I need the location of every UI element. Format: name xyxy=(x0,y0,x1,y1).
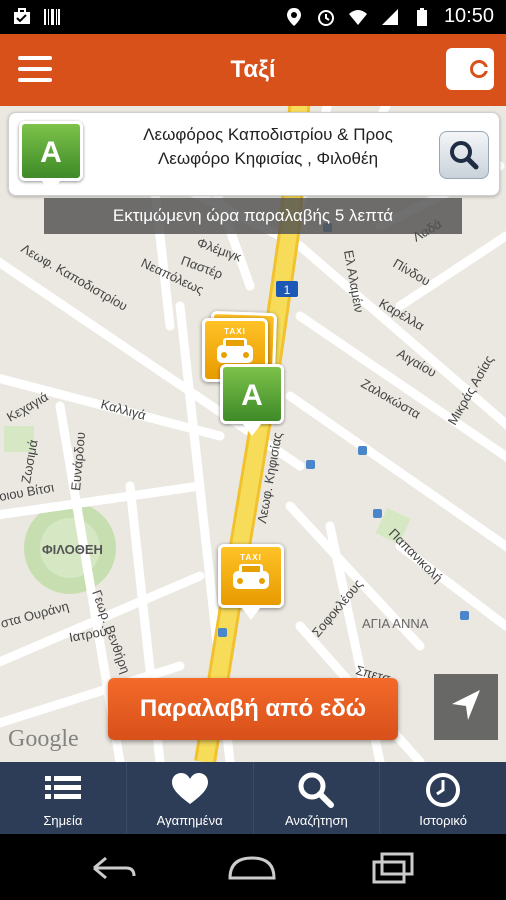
back-icon[interactable] xyxy=(82,848,142,888)
signal-icon xyxy=(381,8,398,25)
tab-label: Ιστορικό xyxy=(419,813,467,828)
app-bar: Ταξί xyxy=(0,34,506,106)
battery-icon xyxy=(416,7,427,26)
list-icon xyxy=(44,776,81,799)
heart-icon xyxy=(171,773,208,804)
app-title: Ταξί xyxy=(230,56,276,83)
tab-points[interactable]: Σημεία xyxy=(0,762,126,834)
search-icon xyxy=(450,141,479,170)
eta-banner: Εκτιμώμενη ώρα παραλαβής 5 λεπτά xyxy=(44,198,462,234)
map-label: ΑΓΙΑ ΑΝΝΑ xyxy=(362,616,429,631)
bottom-tab-bar: Σημεία Αγαπημένα Αναζήτηση Ιστορικό xyxy=(0,762,506,834)
clock-icon xyxy=(426,773,461,807)
tab-favorites[interactable]: Αγαπημένα xyxy=(125,762,253,834)
location-icon xyxy=(286,7,301,26)
road-badge: 1 xyxy=(284,283,291,297)
pin-a-icon: A xyxy=(19,121,83,181)
map-label: ΦΙΛΟΘΕΗ xyxy=(42,542,103,557)
status-time: 10:50 xyxy=(443,5,494,27)
tab-search[interactable]: Αναζήτηση xyxy=(252,762,380,834)
recent-apps-icon[interactable] xyxy=(364,848,424,888)
system-nav-bar xyxy=(0,834,506,900)
wallet-icon[interactable] xyxy=(446,48,494,90)
taxi-car-icon xyxy=(233,564,269,589)
taxi-pin-tail xyxy=(242,608,260,620)
address-card[interactable]: A Λεωφόρος Καποδιστρίου & Προς Λεωφόρο Κ… xyxy=(8,112,500,196)
tab-label: Σημεία xyxy=(43,813,83,828)
home-icon[interactable] xyxy=(222,848,282,888)
address-search-button[interactable] xyxy=(439,131,489,179)
search-icon xyxy=(298,772,335,808)
briefcase-icon xyxy=(14,8,30,24)
taxi-pin[interactable]: TAXI xyxy=(218,544,284,608)
tab-history[interactable]: Ιστορικό xyxy=(379,762,506,834)
my-location-button[interactable] xyxy=(434,674,498,740)
navigation-arrow-icon xyxy=(452,690,480,720)
google-watermark: Google xyxy=(8,726,79,752)
barcode-icon xyxy=(44,9,60,25)
address-line-2: Λεωφόρο Κηφισίας , Φιλοθέη xyxy=(157,149,379,168)
pickup-here-button[interactable]: Παραλαβή από εδώ xyxy=(108,678,398,740)
wifi-icon xyxy=(348,9,367,25)
map-pin-tail xyxy=(243,424,261,436)
address-text: Λεωφόρος Καποδιστρίου & Προς Λεωφόρο Κηφ… xyxy=(103,123,433,171)
map-pin-a-icon[interactable]: A xyxy=(220,364,284,424)
tab-label: Αγαπημένα xyxy=(156,813,223,828)
address-line-1: Λεωφόρος Καποδιστρίου & Προς xyxy=(143,125,393,144)
status-bar: 10:50 xyxy=(0,0,506,34)
tab-label: Αναζήτηση xyxy=(284,813,348,828)
pin-tail xyxy=(42,181,60,193)
alarm-icon xyxy=(317,9,334,26)
